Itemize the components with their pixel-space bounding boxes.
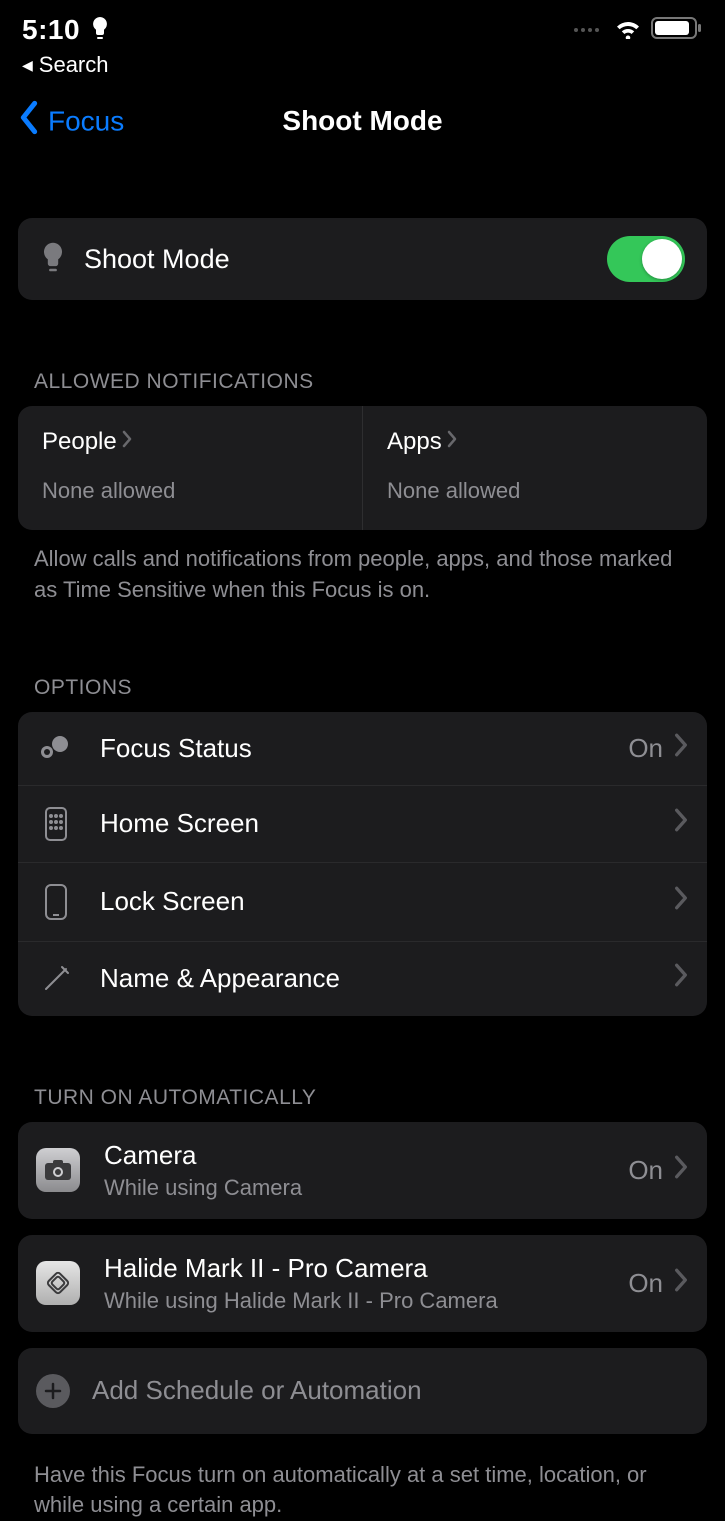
options-header: OPTIONS <box>18 676 707 712</box>
automation-title: Camera <box>104 1140 302 1171</box>
lightbulb-icon <box>90 16 110 45</box>
chevron-left-icon <box>18 101 40 142</box>
focus-toggle-label: Shoot Mode <box>84 244 230 275</box>
page-title: Shoot Mode <box>282 105 442 137</box>
allowed-footer: Allow calls and notifications from peopl… <box>18 530 707 606</box>
status-bar: 5:10 <box>0 0 725 48</box>
chevron-right-icon <box>673 1154 689 1187</box>
automation-halide[interactable]: Halide Mark II - Pro Camera While using … <box>18 1235 707 1332</box>
automation-value: On <box>628 1155 663 1186</box>
automation-camera[interactable]: Camera While using Camera On <box>18 1122 707 1219</box>
allowed-header: ALLOWED NOTIFICATIONS <box>18 370 707 406</box>
chevron-right-icon <box>121 428 133 456</box>
focus-toggle-row: Shoot Mode <box>18 218 707 300</box>
option-lock-screen[interactable]: Lock Screen <box>18 863 707 942</box>
automation-value: On <box>628 1268 663 1299</box>
automation-sub: While using Halide Mark II - Pro Camera <box>104 1288 498 1314</box>
option-home-screen[interactable]: Home Screen <box>18 786 707 863</box>
pencil-icon <box>36 964 76 994</box>
options-group: Focus Status On Home Screen <box>18 712 707 1016</box>
allowed-people-cell[interactable]: People None allowed <box>18 406 363 530</box>
automation-sub: While using Camera <box>104 1175 302 1201</box>
allowed-people-sub: None allowed <box>42 478 338 504</box>
allowed-apps-sub: None allowed <box>387 478 683 504</box>
plus-icon <box>36 1374 70 1408</box>
nav-back-button[interactable]: Focus <box>18 101 124 142</box>
add-automation-button[interactable]: Add Schedule or Automation <box>18 1348 707 1434</box>
camera-app-icon <box>36 1148 80 1192</box>
breadcrumb[interactable]: ◀ Search <box>0 48 725 84</box>
allowed-apps-title: Apps <box>387 428 442 456</box>
automation-footer: Have this Focus turn on automatically at… <box>18 1434 707 1521</box>
wifi-icon <box>613 17 643 44</box>
nav-back-label: Focus <box>48 105 124 137</box>
option-label: Focus Status <box>100 733 252 764</box>
home-screen-icon <box>36 806 76 842</box>
option-name-appearance[interactable]: Name & Appearance <box>18 942 707 1016</box>
automation-title: Halide Mark II - Pro Camera <box>104 1253 498 1284</box>
chevron-right-icon <box>673 885 689 918</box>
option-label: Name & Appearance <box>100 963 340 994</box>
people-icon <box>36 734 76 762</box>
option-label: Lock Screen <box>100 886 245 917</box>
cellular-dots-icon <box>574 28 599 32</box>
allowed-group: People None allowed Apps None allowed <box>18 406 707 530</box>
battery-icon <box>651 16 703 45</box>
option-focus-status[interactable]: Focus Status On <box>18 712 707 786</box>
chevron-right-icon <box>673 962 689 995</box>
chevron-right-icon <box>446 428 458 456</box>
allowed-apps-cell[interactable]: Apps None allowed <box>363 406 707 530</box>
option-label: Home Screen <box>100 808 259 839</box>
automation-header: TURN ON AUTOMATICALLY <box>18 1086 707 1122</box>
chevron-right-icon <box>673 807 689 840</box>
back-triangle-icon: ◀ <box>22 57 33 74</box>
breadcrumb-label: Search <box>39 52 109 78</box>
option-value: On <box>628 733 663 764</box>
chevron-right-icon <box>673 732 689 765</box>
chevron-right-icon <box>673 1267 689 1300</box>
halide-app-icon <box>36 1261 80 1305</box>
lightbulb-icon <box>40 241 66 278</box>
allowed-people-title: People <box>42 428 117 456</box>
lock-screen-icon <box>36 883 76 921</box>
status-time: 5:10 <box>22 14 80 46</box>
add-automation-label: Add Schedule or Automation <box>92 1375 422 1406</box>
nav-header: Focus Shoot Mode <box>0 94 725 148</box>
focus-toggle-switch[interactable] <box>607 236 685 282</box>
